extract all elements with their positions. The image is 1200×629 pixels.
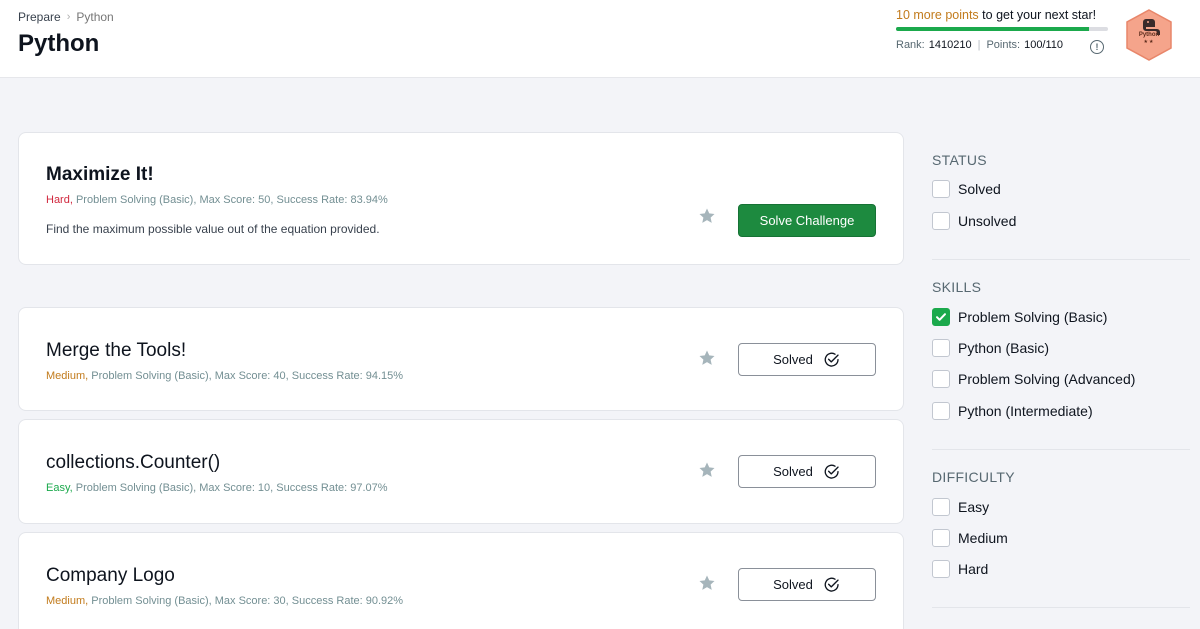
solved-button[interactable]: Solved xyxy=(738,343,876,376)
filter-difficulty-medium[interactable]: Medium xyxy=(932,529,1008,547)
challenge-description: Find the maximum possible value out of t… xyxy=(46,222,380,236)
star-icon[interactable] xyxy=(698,207,716,225)
challenge-meta: Medium, Problem Solving (Basic), Max Sco… xyxy=(46,595,403,607)
filter-label: Problem Solving (Advanced) xyxy=(958,371,1136,387)
checkbox[interactable] xyxy=(932,180,950,198)
difficulty-label: Hard, xyxy=(46,194,73,206)
filter-skill-ps-advanced[interactable]: Problem Solving (Advanced) xyxy=(932,370,1135,388)
checkbox[interactable] xyxy=(932,370,950,388)
challenge-details: Problem Solving (Basic), Max Score: 40, … xyxy=(91,370,404,382)
filter-status-solved[interactable]: Solved xyxy=(932,180,1001,198)
check-circle-icon xyxy=(824,352,839,367)
challenge-meta: Medium, Problem Solving (Basic), Max Sco… xyxy=(46,370,403,382)
rank-value: 1410210 xyxy=(928,39,972,51)
python-badge[interactable]: Python ★★ xyxy=(1122,8,1176,62)
progress-rest: to get your next star! xyxy=(982,8,1097,22)
challenge-title[interactable]: Maximize It! xyxy=(46,164,154,186)
rank-label: Rank: xyxy=(896,39,925,51)
filter-status-unsolved[interactable]: Unsolved xyxy=(932,212,1016,230)
challenge-card: Maximize It! Hard, Problem Solving (Basi… xyxy=(18,132,904,265)
solve-challenge-button[interactable]: Solve Challenge xyxy=(738,204,876,237)
challenge-details: Problem Solving (Basic), Max Score: 50, … xyxy=(75,194,388,206)
checkbox[interactable] xyxy=(932,402,950,420)
filter-divider xyxy=(932,449,1190,450)
checkbox[interactable] xyxy=(932,498,950,516)
filter-difficulty-easy[interactable]: Easy xyxy=(932,498,989,516)
check-circle-icon xyxy=(824,577,839,592)
challenge-card: Merge the Tools! Medium, Problem Solving… xyxy=(18,307,904,411)
filter-skill-python-intermediate[interactable]: Python (Intermediate) xyxy=(932,402,1093,420)
points-label: Points: xyxy=(986,39,1021,51)
filter-label: Python (Basic) xyxy=(958,340,1050,356)
checkbox[interactable] xyxy=(932,529,950,547)
difficulty-label: Easy, xyxy=(46,482,73,494)
star-icon[interactable] xyxy=(698,461,716,479)
challenge-card: Company Logo Medium, Problem Solving (Ba… xyxy=(18,532,904,629)
skills-heading: SKILLS xyxy=(932,279,982,295)
status-heading: STATUS xyxy=(932,152,987,168)
filter-label: Python (Intermediate) xyxy=(958,403,1093,419)
solved-button[interactable]: Solved xyxy=(738,455,876,488)
rank-row: Rank: 1410210 | Points: 100/110 xyxy=(896,39,1110,51)
breadcrumb-prepare[interactable]: Prepare xyxy=(18,10,61,24)
breadcrumb-current: Python xyxy=(76,10,114,24)
star-progress: 10 more points to get your next star! Ra… xyxy=(896,8,1110,51)
solved-button[interactable]: Solved xyxy=(738,568,876,601)
filter-difficulty-hard[interactable]: Hard xyxy=(932,560,988,578)
progress-track xyxy=(896,27,1108,31)
challenge-title[interactable]: Company Logo xyxy=(46,565,175,587)
filter-label: Unsolved xyxy=(958,213,1017,229)
difficulty-label: Medium, xyxy=(46,370,89,382)
challenge-meta: Hard, Problem Solving (Basic), Max Score… xyxy=(46,194,388,206)
top-header: Prepare › Python Python 10 more points t… xyxy=(0,0,1200,78)
progress-fill xyxy=(896,27,1089,31)
info-icon[interactable]: ! xyxy=(1090,40,1104,54)
challenge-card: collections.Counter() Easy, Problem Solv… xyxy=(18,419,904,524)
challenge-title[interactable]: Merge the Tools! xyxy=(46,340,186,362)
page-title: Python xyxy=(18,30,100,57)
filter-divider xyxy=(932,259,1190,260)
progress-message: 10 more points to get your next star! xyxy=(896,8,1110,22)
star-icon[interactable] xyxy=(698,574,716,592)
challenge-details: Problem Solving (Basic), Max Score: 30, … xyxy=(91,595,404,607)
checkbox[interactable] xyxy=(932,212,950,230)
filter-label: Problem Solving (Basic) xyxy=(958,309,1108,325)
filter-label: Easy xyxy=(958,499,990,515)
challenge-details: Problem Solving (Basic), Max Score: 10, … xyxy=(75,482,388,494)
checkbox-checked[interactable] xyxy=(932,308,950,326)
challenge-title[interactable]: collections.Counter() xyxy=(46,452,220,474)
chevron-right-icon: › xyxy=(66,11,71,23)
filter-label: Solved xyxy=(958,181,1001,197)
badge-label: Python xyxy=(1138,32,1160,38)
difficulty-heading: DIFFICULTY xyxy=(932,469,1015,485)
rank-divider: | xyxy=(977,39,981,51)
filter-divider xyxy=(932,607,1190,608)
solved-label: Solved xyxy=(773,352,813,367)
difficulty-label: Medium, xyxy=(46,595,89,607)
challenge-meta: Easy, Problem Solving (Basic), Max Score… xyxy=(46,482,388,494)
check-circle-icon xyxy=(824,464,839,479)
checkbox[interactable] xyxy=(932,339,950,357)
checkbox[interactable] xyxy=(932,560,950,578)
filter-label: Hard xyxy=(958,561,989,577)
badge-stars: ★★ xyxy=(1143,39,1155,45)
points-needed: 10 more points xyxy=(896,8,979,22)
filter-label: Medium xyxy=(958,530,1008,546)
star-icon[interactable] xyxy=(698,349,716,367)
filter-skill-python-basic[interactable]: Python (Basic) xyxy=(932,339,1049,357)
checkmark-icon xyxy=(936,313,946,321)
points-value: 100/110 xyxy=(1024,39,1064,51)
filter-skill-ps-basic[interactable]: Problem Solving (Basic) xyxy=(932,308,1107,326)
solved-label: Solved xyxy=(773,577,813,592)
solved-label: Solved xyxy=(773,464,813,479)
breadcrumb: Prepare › Python xyxy=(18,10,114,24)
